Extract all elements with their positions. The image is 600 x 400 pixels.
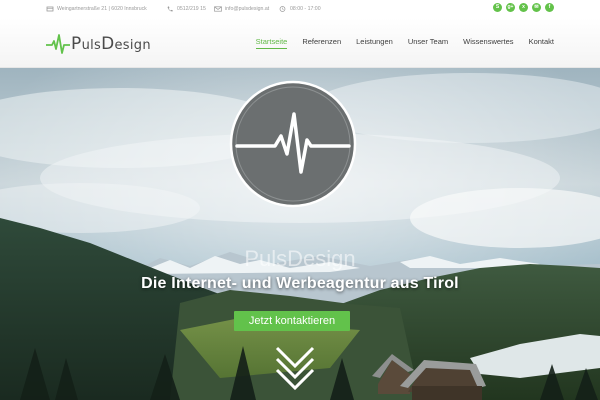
clock-icon: [279, 6, 286, 12]
google-plus-icon[interactable]: g+: [506, 3, 515, 12]
phone-text[interactable]: 0512/219 15: [177, 6, 206, 12]
hero-title: PulsDesign: [244, 246, 356, 271]
email-icon[interactable]: ✉: [532, 3, 541, 12]
scroll-down-chevron-icon[interactable]: [274, 346, 316, 390]
hours-info: 08:00 - 17:00: [279, 3, 321, 15]
phone-info[interactable]: 0512/219 15: [166, 3, 206, 15]
main-nav: Startseite Referenzen Leistungen Unser T…: [255, 37, 554, 49]
address-info: Weingartnerstraße 21 | 6020 Innsbruck: [46, 3, 147, 15]
nav-referenzen[interactable]: Referenzen: [302, 37, 341, 49]
hero-subtitle: Die Internet- und Werbeagentur aus Tirol: [141, 275, 459, 292]
phone-icon: [167, 6, 173, 12]
email-text[interactable]: info@pulsdesign.at: [225, 6, 269, 12]
xing-icon[interactable]: x: [519, 3, 528, 12]
contact-cta-button[interactable]: Jetzt kontaktieren: [234, 311, 350, 331]
address-text: Weingartnerstraße 21 | 6020 Innsbruck: [57, 6, 147, 12]
facebook-icon[interactable]: f: [545, 3, 554, 12]
logo-letter-p: P: [71, 34, 82, 54]
logo-letter-d: D: [101, 34, 115, 54]
envelope-icon: [214, 6, 222, 12]
logo-text: PulsDesign: [71, 34, 151, 54]
logo[interactable]: PulsDesign: [46, 31, 151, 57]
nav-leistungen[interactable]: Leistungen: [356, 37, 393, 49]
social-links: S g+ x ✉ f: [493, 3, 554, 12]
hero-section: PulsDesign Die Internet- und Werbeagentu…: [0, 68, 600, 400]
pulse-logo-icon: [46, 34, 70, 54]
nav-startseite[interactable]: Startseite: [255, 37, 287, 49]
location-icon: [46, 6, 54, 12]
logo-word-uls: uls: [81, 38, 102, 53]
nav-unser-team[interactable]: Unser Team: [408, 37, 448, 49]
nav-kontakt[interactable]: Kontakt: [529, 37, 554, 49]
top-info-bar: Weingartnerstraße 21 | 6020 Innsbruck 05…: [0, 0, 600, 18]
hours-text: 08:00 - 17:00: [290, 6, 321, 12]
site-header: PulsDesign Startseite Referenzen Leistun…: [0, 18, 600, 68]
skype-icon[interactable]: S: [493, 3, 502, 12]
email-info[interactable]: info@pulsdesign.at: [214, 3, 269, 15]
pulse-emblem-icon: [229, 80, 357, 208]
logo-word-esign: esign: [114, 38, 151, 53]
nav-wissenswertes[interactable]: Wissenswertes: [463, 37, 513, 49]
